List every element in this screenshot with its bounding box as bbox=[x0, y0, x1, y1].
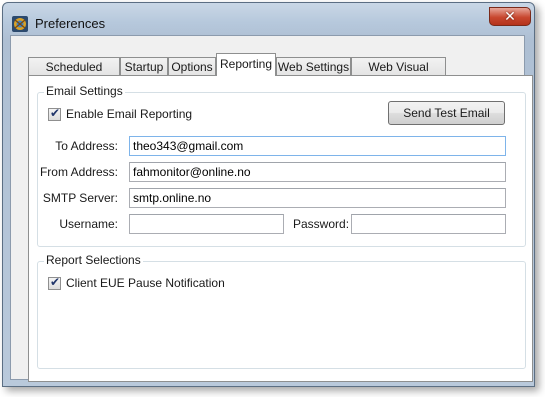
tab-label: Web Settings bbox=[277, 60, 350, 74]
email-settings-group: Email Settings ✔ Enable Email Reporting … bbox=[37, 84, 526, 247]
to-address-field[interactable]: theo343@gmail.com bbox=[129, 136, 506, 156]
send-test-email-button[interactable]: Send Test Email bbox=[388, 101, 505, 125]
tab-reporting[interactable]: Reporting bbox=[216, 53, 276, 76]
from-address-field[interactable]: fahmonitor@online.no bbox=[129, 162, 506, 182]
username-field[interactable] bbox=[129, 214, 284, 234]
password-label: Password: bbox=[293, 217, 350, 231]
close-button[interactable]: ✕ bbox=[489, 7, 531, 26]
tab-scheduled-tasks[interactable]: Scheduled Tasks bbox=[28, 57, 120, 92]
to-address-value: theo343@gmail.com bbox=[133, 139, 244, 153]
tab-label: Startup bbox=[124, 60, 164, 74]
send-test-email-label: Send Test Email bbox=[403, 106, 490, 120]
tab-options[interactable]: Options bbox=[168, 57, 216, 76]
report-selections-title: Report Selections bbox=[44, 253, 143, 267]
tab-label: Reporting bbox=[219, 57, 273, 71]
client-eue-pause-checkbox[interactable]: ✔ bbox=[48, 275, 61, 290]
enable-email-checkbox[interactable]: ✔ bbox=[48, 106, 61, 121]
reporting-tab-panel: Email Settings ✔ Enable Email Reporting … bbox=[28, 75, 533, 382]
smtp-server-label: SMTP Server: bbox=[42, 191, 118, 205]
from-address-value: fahmonitor@online.no bbox=[133, 165, 251, 179]
from-address-label: From Address: bbox=[39, 165, 118, 179]
username-label: Username: bbox=[59, 217, 118, 231]
smtp-server-value: smtp.online.no bbox=[133, 191, 212, 205]
to-address-label: To Address: bbox=[55, 139, 118, 153]
report-selections-group: Report Selections ✔ Client EUE Pause Not… bbox=[37, 253, 526, 369]
app-icon bbox=[12, 16, 28, 32]
checkmark-icon: ✔ bbox=[50, 106, 61, 120]
tab-label: Options bbox=[171, 60, 213, 74]
client-eue-pause-label: Client EUE Pause Notification bbox=[66, 276, 225, 290]
close-icon: ✕ bbox=[504, 8, 516, 24]
window-title: Preferences bbox=[35, 16, 106, 31]
tab-web-visual-styles[interactable]: Web Visual Styles bbox=[351, 57, 446, 92]
enable-email-label: Enable Email Reporting bbox=[66, 107, 193, 121]
smtp-server-field[interactable]: smtp.online.no bbox=[129, 188, 506, 208]
tab-startup[interactable]: Startup bbox=[120, 57, 168, 76]
tab-web-settings[interactable]: Web Settings bbox=[276, 57, 351, 76]
password-field[interactable] bbox=[351, 214, 506, 234]
checkmark-icon: ✔ bbox=[50, 275, 61, 289]
email-settings-title: Email Settings bbox=[44, 84, 125, 98]
